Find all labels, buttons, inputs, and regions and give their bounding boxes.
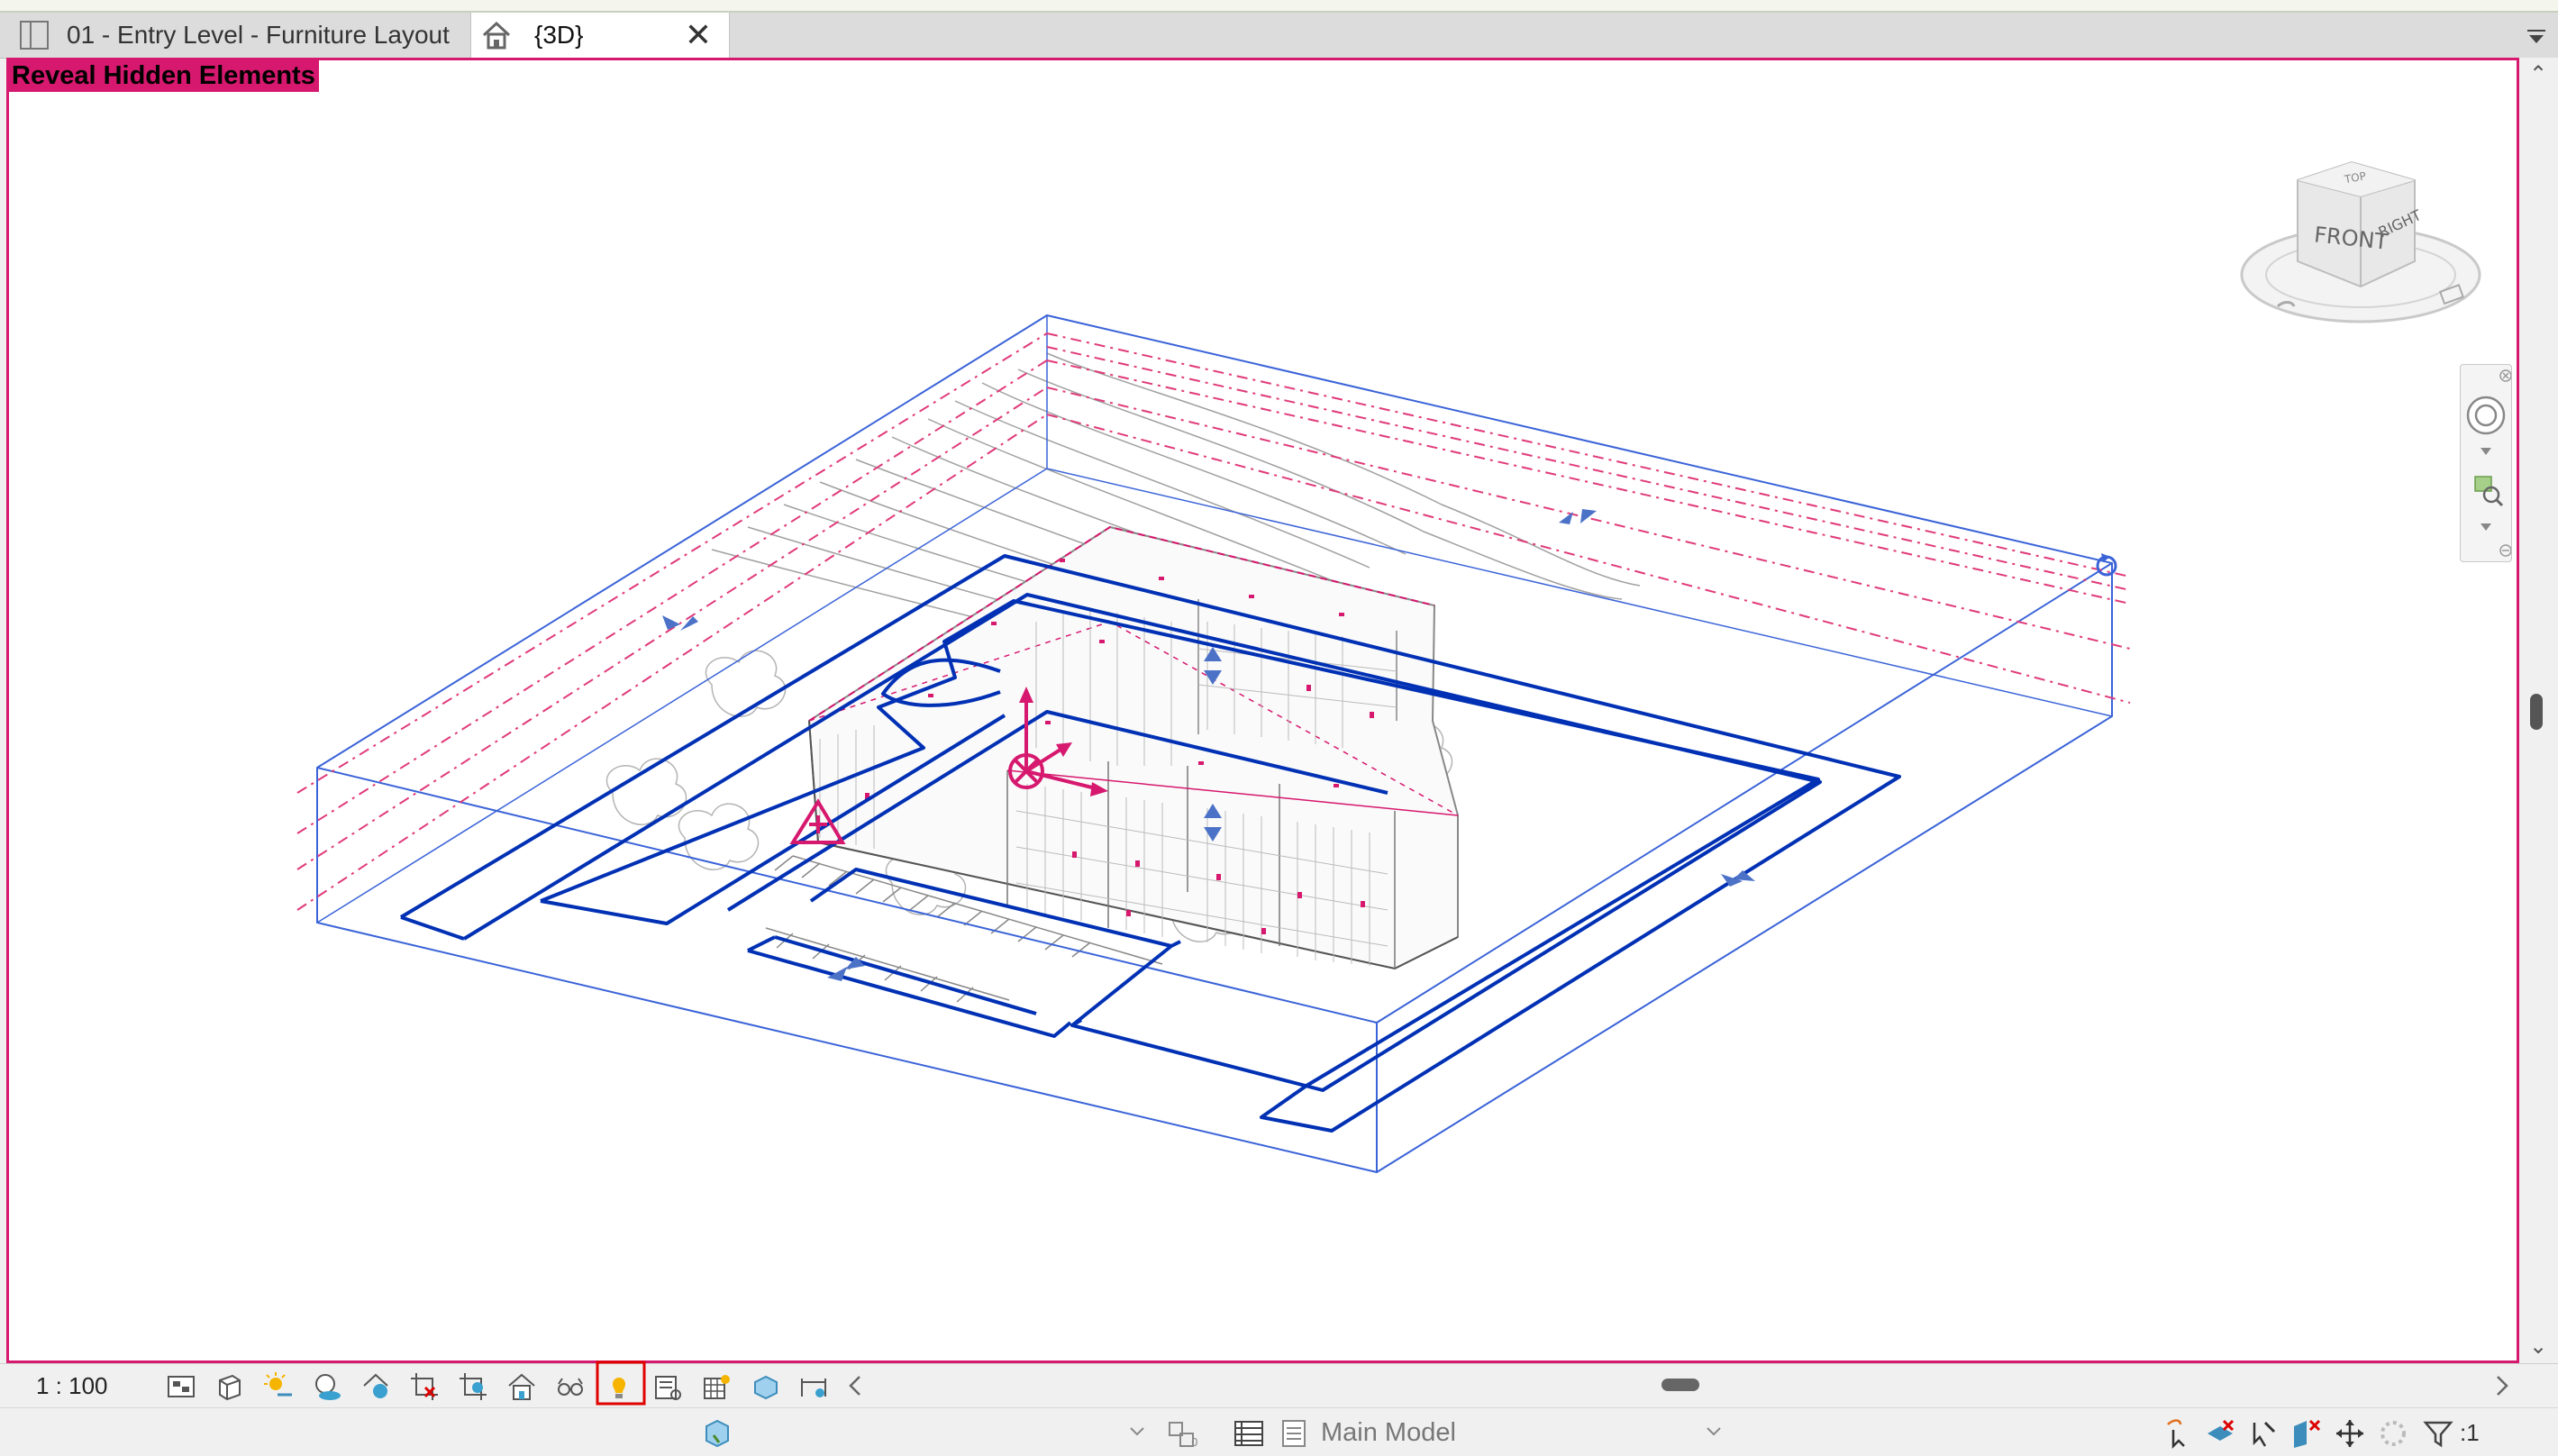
temporary-hide-icon[interactable]	[555, 1371, 586, 1402]
view-control-bar: 1 : 100	[0, 1360, 2558, 1407]
scroll-left-icon[interactable]	[847, 1373, 865, 1398]
view-tab-bar: 01 - Entry Level - Furniture Layout {3D}…	[0, 13, 2558, 59]
horizontal-scrollbar[interactable]	[847, 1370, 2514, 1402]
house-3d-icon	[482, 21, 511, 50]
customize-nav-bar-icon[interactable]	[2499, 544, 2512, 557]
select-by-face-icon[interactable]	[2290, 1417, 2323, 1450]
show-crop-icon[interactable]	[458, 1371, 488, 1402]
scroll-up-icon[interactable]: ⌃	[2526, 63, 2550, 86]
temporary-view-properties-icon[interactable]	[652, 1371, 683, 1402]
chevron-down-icon[interactable]	[2481, 448, 2491, 455]
detail-level-icon[interactable]	[166, 1371, 196, 1402]
navigation-bar	[2460, 364, 2512, 562]
status-bar: 0 Main Model :1	[0, 1407, 2558, 1456]
chevron-down-icon[interactable]	[1128, 1423, 1146, 1441]
title-strip	[0, 0, 2558, 13]
close-icon[interactable]: ✕	[682, 19, 715, 51]
view-scale[interactable]: 1 : 100	[36, 1364, 108, 1407]
select-underlay-icon[interactable]	[2204, 1417, 2236, 1450]
filter-icon[interactable]	[2422, 1417, 2454, 1450]
horizontal-scroll-thumb[interactable]	[1661, 1379, 1699, 1391]
tab-entry-level-furniture-layout[interactable]: 01 - Entry Level - Furniture Layout	[0, 13, 469, 58]
tab-label: 01 - Entry Level - Furniture Layout	[67, 21, 450, 49]
crop-view-icon[interactable]	[409, 1371, 440, 1402]
scroll-down-icon[interactable]: ⌄	[2526, 1335, 2550, 1359]
floor-plan-icon	[20, 21, 49, 50]
chevron-down-icon[interactable]	[1705, 1423, 1723, 1441]
full-navigation-wheel-icon[interactable]	[2466, 396, 2506, 435]
design-options-list-icon[interactable]	[1278, 1417, 1310, 1450]
show-constraints-icon[interactable]	[750, 1371, 780, 1402]
render-icon[interactable]	[360, 1371, 391, 1402]
drag-elements-icon[interactable]	[2334, 1417, 2366, 1450]
shadows-icon[interactable]	[312, 1371, 342, 1402]
background-process-icon[interactable]	[2377, 1417, 2409, 1450]
close-nav-bar-icon[interactable]	[2499, 369, 2512, 382]
editable-only-icon[interactable]	[701, 1417, 733, 1450]
viewcube[interactable]: FRONT RIGHT TOP	[2226, 153, 2496, 342]
active-tool-highlight	[596, 1360, 646, 1406]
select-pinned-icon[interactable]	[2247, 1417, 2280, 1450]
visual-style-icon[interactable]	[214, 1371, 245, 1402]
workset-icon[interactable]: 0	[1166, 1417, 1198, 1450]
chevron-down-icon[interactable]	[2481, 523, 2491, 531]
tab-menu-icon[interactable]	[2526, 25, 2547, 47]
tab-label: {3D}	[534, 21, 584, 49]
building-model	[807, 525, 1459, 970]
sun-path-icon[interactable]	[263, 1371, 294, 1402]
tab-3d[interactable]: {3D} ✕	[470, 13, 730, 58]
vertical-scrollbar[interactable]: ⌃ ⌄	[2519, 58, 2558, 1363]
vertical-scroll-thumb[interactable]	[2530, 694, 2543, 730]
selection-count: :1	[2460, 1419, 2480, 1446]
design-options-icon[interactable]	[1233, 1417, 1265, 1450]
svg-text:0: 0	[1191, 1436, 1198, 1449]
unlock-3d-icon[interactable]	[506, 1371, 537, 1402]
active-design-option[interactable]: Main Model	[1321, 1417, 1456, 1448]
3d-model-drawing[interactable]	[9, 60, 2514, 1358]
scroll-right-icon[interactable]	[2492, 1373, 2510, 1398]
worksharing-display-icon[interactable]	[701, 1371, 732, 1402]
select-links-icon[interactable]	[2162, 1417, 2195, 1450]
zoom-region-icon[interactable]	[2474, 476, 2504, 507]
analytical-model-icon[interactable]	[798, 1371, 829, 1402]
